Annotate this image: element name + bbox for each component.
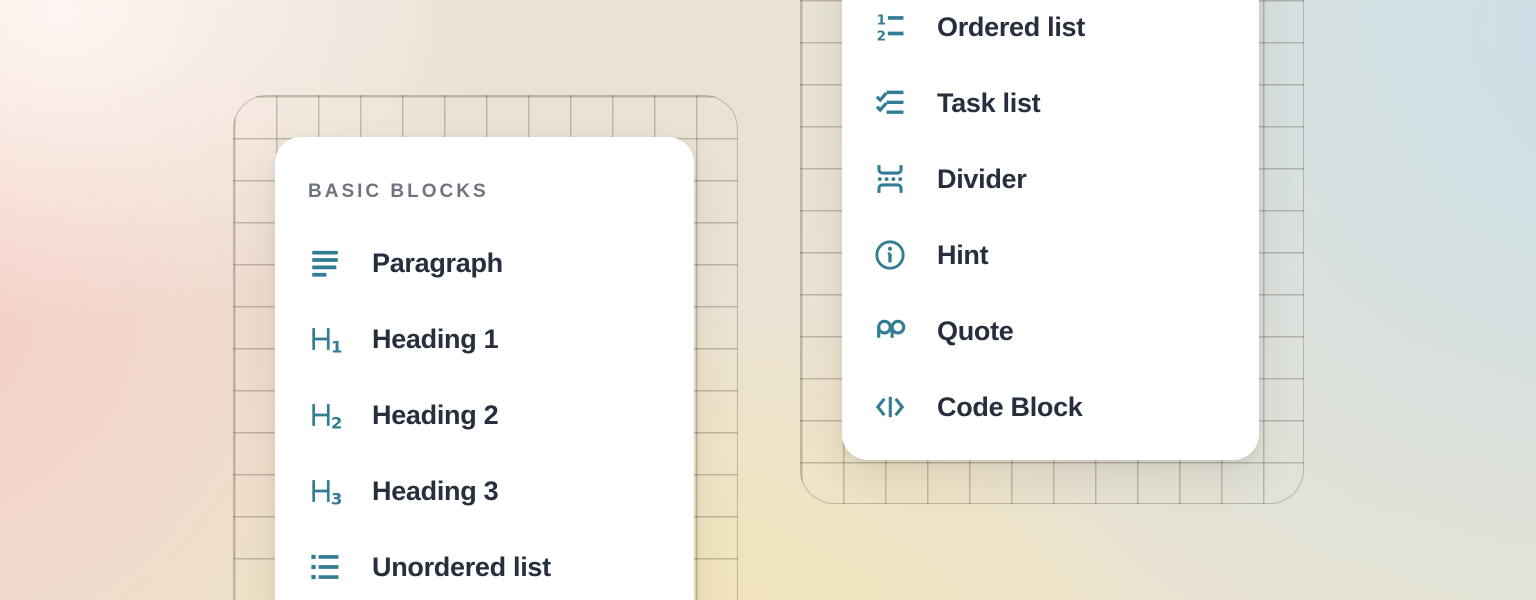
menu-item-label: Hint (937, 240, 988, 271)
quote-icon (873, 314, 907, 348)
basic-blocks-menu: BASIC BLOCKS Paragraph Heading 1 Heading… (275, 137, 694, 600)
menu-item-heading-1[interactable]: Heading 1 (308, 301, 694, 377)
menu-item-paragraph[interactable]: Paragraph (308, 225, 694, 301)
menu-item-label: Ordered list (937, 12, 1085, 43)
code-block-icon (873, 390, 907, 424)
basic-blocks-section-label: BASIC BLOCKS (308, 181, 694, 203)
menu-item-code-block[interactable]: Code Block (873, 369, 1259, 445)
menu-item-label: Task list (937, 88, 1040, 119)
ordered-list-icon (873, 10, 907, 44)
menu-item-label: Unordered list (372, 552, 551, 583)
menu-item-heading-2[interactable]: Heading 2 (308, 377, 694, 453)
heading-1-icon (308, 322, 342, 356)
basic-blocks-item-list: Paragraph Heading 1 Heading 2 Heading 3 … (308, 225, 694, 600)
insert-blocks-menu: Ordered list Task list Divider Hint Quot… (842, 0, 1259, 460)
menu-item-label: Quote (937, 316, 1014, 347)
menu-item-heading-3[interactable]: Heading 3 (308, 453, 694, 529)
menu-item-label: Heading 3 (372, 476, 498, 507)
heading-3-icon (308, 474, 342, 508)
menu-item-unordered-list[interactable]: Unordered list (308, 529, 694, 600)
menu-item-task-list[interactable]: Task list (873, 65, 1259, 141)
unordered-list-icon (308, 550, 342, 584)
heading-2-icon (308, 398, 342, 432)
menu-item-ordered-list[interactable]: Ordered list (873, 0, 1259, 65)
hint-icon (873, 238, 907, 272)
gradient-background: BASIC BLOCKS Paragraph Heading 1 Heading… (0, 0, 1536, 600)
menu-item-label: Paragraph (372, 248, 503, 279)
divider-icon (873, 162, 907, 196)
menu-item-quote[interactable]: Quote (873, 293, 1259, 369)
menu-item-label: Code Block (937, 392, 1083, 423)
menu-item-label: Divider (937, 164, 1026, 195)
menu-item-divider[interactable]: Divider (873, 141, 1259, 217)
insert-blocks-item-list: Ordered list Task list Divider Hint Quot… (873, 0, 1259, 445)
menu-item-hint[interactable]: Hint (873, 217, 1259, 293)
task-list-icon (873, 86, 907, 120)
menu-item-label: Heading 1 (372, 324, 498, 355)
paragraph-icon (308, 246, 342, 280)
menu-item-label: Heading 2 (372, 400, 498, 431)
